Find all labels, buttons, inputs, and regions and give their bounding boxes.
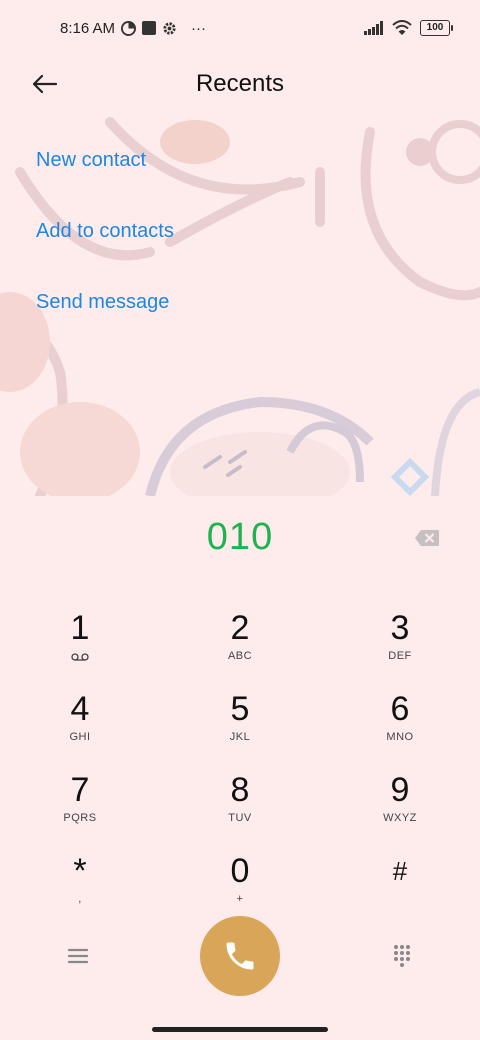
key-digit: 5 [230, 690, 250, 728]
key-letters: GHI [69, 731, 91, 743]
key-digit: 6 [390, 690, 410, 728]
new-contact-link[interactable]: New contact [36, 138, 174, 209]
dialed-number: 010 [206, 516, 274, 558]
key-3[interactable]: 3 DEF [340, 608, 460, 684]
key-digit: 8 [230, 771, 250, 809]
wifi-icon [392, 20, 412, 35]
data-saver-icon [121, 20, 137, 36]
square-app-icon [142, 21, 157, 35]
dialpad-panel: 010 1 2 ABC 3 DEF 4 GHI 5 JKL 6 MNO 7 PQ… [0, 496, 480, 1020]
key-digit: * [73, 852, 87, 890]
status-bar: 8:16 AM ··· 100 [0, 0, 480, 56]
key-digit: 2 [230, 609, 250, 647]
key-digit: 4 [70, 690, 90, 728]
battery-icon: 100 [420, 20, 453, 36]
key-5[interactable]: 5 JKL [180, 689, 300, 765]
key-letters: TUV [228, 812, 252, 824]
voicemail-icon [71, 653, 89, 661]
key-1[interactable]: 1 [20, 608, 140, 684]
dialpad-bottom-row [0, 916, 480, 996]
key-8[interactable]: 8 TUV [180, 770, 300, 846]
status-time: 8:16 AM [60, 19, 116, 37]
key-6[interactable]: 6 MNO [340, 689, 460, 765]
key-letters: ABC [227, 650, 253, 662]
back-arrow-icon[interactable] [28, 68, 60, 100]
call-button[interactable] [200, 916, 280, 996]
key-digit: 0 [230, 852, 250, 890]
send-message-link[interactable]: Send message [36, 280, 174, 351]
backspace-icon[interactable] [414, 529, 440, 547]
key-2[interactable]: 2 ABC [180, 608, 300, 684]
more-notifications-icon: ··· [191, 19, 207, 37]
key-letters: DEF [388, 650, 412, 662]
menu-icon[interactable] [64, 942, 92, 970]
page-title: Recents [195, 70, 285, 97]
status-left: 8:16 AM ··· [60, 20, 206, 37]
status-right: 100 [364, 20, 453, 36]
key-digit: 3 [390, 609, 410, 647]
key-digit: 1 [70, 609, 90, 647]
key-letters: , [78, 893, 82, 905]
key-letters: JKL [229, 731, 251, 743]
key-7[interactable]: 7 PQRS [20, 770, 140, 846]
key-letters: MNO [386, 731, 414, 743]
battery-level: 100 [426, 22, 444, 33]
app-header: Recents [0, 56, 480, 112]
dialpad-toggle-icon[interactable] [388, 942, 416, 970]
key-digit: 7 [70, 771, 90, 809]
key-letters: + [236, 893, 244, 905]
gear-icon [163, 21, 176, 35]
key-4[interactable]: 4 GHI [20, 689, 140, 765]
key-letters: PQRS [63, 812, 97, 824]
key-9[interactable]: 9 WXYZ [340, 770, 460, 846]
contact-actions: New contact Add to contacts Send message [36, 138, 174, 351]
phone-icon [226, 942, 254, 970]
key-digit: 9 [390, 771, 410, 809]
add-to-contacts-link[interactable]: Add to contacts [36, 209, 174, 280]
signal-icon [364, 21, 383, 35]
key-digit: # [392, 856, 408, 886]
home-indicator[interactable] [152, 1027, 328, 1032]
key-letters: WXYZ [383, 812, 417, 824]
